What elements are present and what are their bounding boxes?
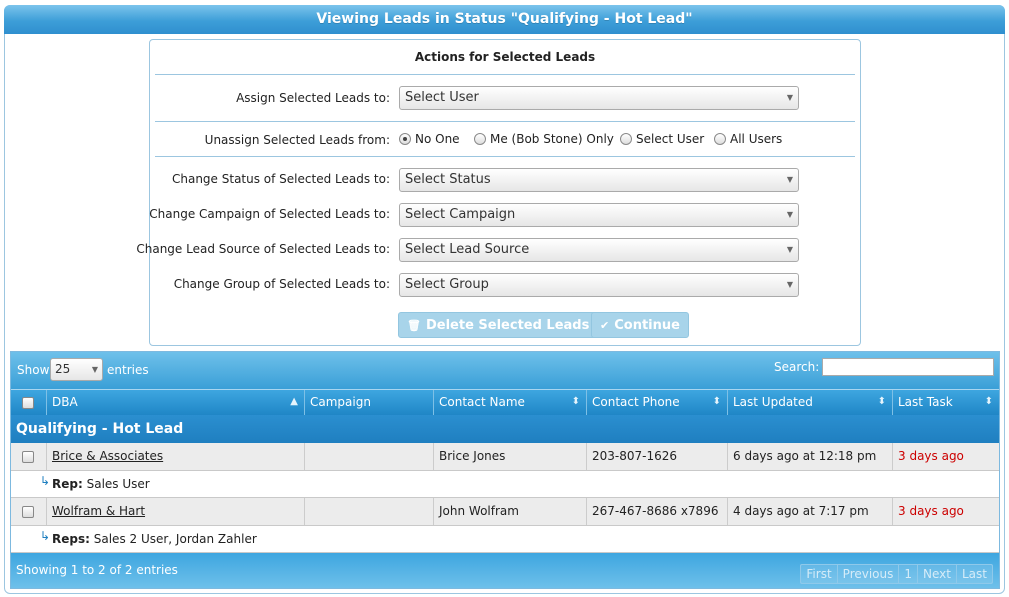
pager-next-button[interactable]: Next xyxy=(918,565,957,583)
leads-table: Show 25 ▼ entries Search: DBA ▲ Campaign… xyxy=(10,351,1000,589)
column-header-dba[interactable]: DBA ▲ xyxy=(47,390,305,415)
table-row: Brice & Associates Brice Jones 203-807-1… xyxy=(11,443,999,471)
radio-no-one[interactable]: No One xyxy=(399,132,460,146)
radio-button[interactable] xyxy=(620,133,632,145)
rep-names: Sales 2 User, Jordan Zahler xyxy=(93,532,257,546)
select-all-checkbox[interactable] xyxy=(22,396,34,409)
page-length-select[interactable]: 25 ▼ xyxy=(50,358,103,381)
column-header-last-task[interactable]: Last Task ⬍ xyxy=(893,390,999,415)
table-row: Wolfram & Hart John Wolfram 267-467-8686… xyxy=(11,498,999,526)
chevron-down-icon: ▼ xyxy=(91,365,98,374)
column-header-contact-name[interactable]: Contact Name ⬍ xyxy=(434,390,587,415)
pager-last-button[interactable]: Last xyxy=(957,565,992,583)
actions-heading: Actions for Selected Leads xyxy=(414,50,596,64)
cell-contact-phone: 203-807-1626 xyxy=(587,443,728,470)
row-select-cell xyxy=(11,443,47,470)
trash-icon: 🗑 xyxy=(407,319,421,332)
cell-campaign xyxy=(305,443,434,470)
radio-button[interactable] xyxy=(474,133,486,145)
search-input[interactable] xyxy=(822,358,994,376)
delete-selected-button[interactable]: 🗑 Delete Selected Leads xyxy=(398,312,599,338)
chevron-down-icon: ▼ xyxy=(786,245,793,254)
cell-contact-phone: 267-467-8686 x7896 xyxy=(587,498,728,525)
select-all-cell xyxy=(11,390,47,415)
sort-icon: ⬍ xyxy=(712,396,721,407)
table-header: DBA ▲ Campaign Contact Name ⬍ Contact Ph… xyxy=(11,389,999,415)
group-select[interactable]: Select Group ▼ xyxy=(399,273,799,297)
cell-last-updated: 4 days ago at 7:17 pm xyxy=(728,498,893,525)
column-header-contact-phone[interactable]: Contact Phone ⬍ xyxy=(587,390,728,415)
column-header-campaign[interactable]: Campaign xyxy=(305,390,434,415)
sort-ascending-icon: ▲ xyxy=(290,396,298,407)
radio-all-users[interactable]: All Users xyxy=(714,132,782,146)
rep-label: Rep: xyxy=(52,477,83,491)
campaign-select[interactable]: Select Campaign ▼ xyxy=(399,203,799,227)
sort-icon: ⬍ xyxy=(877,396,886,407)
divider xyxy=(155,74,855,75)
rep-label: Reps: xyxy=(52,532,90,546)
table-footer: Showing 1 to 2 of 2 entries First Previo… xyxy=(11,553,999,588)
entries-label: entries xyxy=(107,363,149,377)
lead-source-select[interactable]: Select Lead Source ▼ xyxy=(399,238,799,262)
pager-previous-button[interactable]: Previous xyxy=(837,565,900,583)
sort-icon: ⬍ xyxy=(571,396,580,407)
checkmark-icon: ✔ xyxy=(600,319,610,332)
row-checkbox[interactable] xyxy=(22,505,34,518)
table-toolbar: Show 25 ▼ entries Search: xyxy=(11,352,999,389)
assign-user-select-value: Select User xyxy=(405,90,479,105)
assign-label: Assign Selected Leads to: xyxy=(236,91,390,105)
group-select-value: Select Group xyxy=(405,277,489,292)
column-header-last-updated[interactable]: Last Updated ⬍ xyxy=(728,390,893,415)
group-label: Change Group of Selected Leads to: xyxy=(173,277,390,291)
status-label: Change Status of Selected Leads to: xyxy=(171,172,390,186)
table-info: Showing 1 to 2 of 2 entries xyxy=(16,563,178,577)
campaign-select-value: Select Campaign xyxy=(405,207,516,222)
cell-contact-name: Brice Jones xyxy=(434,443,587,470)
lead-source-select-value: Select Lead Source xyxy=(405,242,530,257)
radio-button[interactable] xyxy=(714,133,726,145)
pager-first-button[interactable]: First xyxy=(801,565,838,583)
cell-last-updated: 6 days ago at 12:18 pm xyxy=(728,443,893,470)
page-length-value: 25 xyxy=(55,362,71,376)
radio-me-only[interactable]: Me (Bob Stone) Only xyxy=(474,132,614,146)
page-title: Viewing Leads in Status "Qualifying - Ho… xyxy=(4,5,1005,34)
cell-contact-name: John Wolfram xyxy=(434,498,587,525)
arrow-return-icon: ↳ xyxy=(40,529,51,543)
chevron-down-icon: ▼ xyxy=(786,210,793,219)
pagination: First Previous 1 Next Last xyxy=(800,564,993,584)
row-select-cell xyxy=(11,498,47,525)
chevron-down-icon: ▼ xyxy=(786,93,793,102)
sort-icon: ⬍ xyxy=(984,396,993,407)
divider xyxy=(155,121,855,122)
status-select-value: Select Status xyxy=(405,172,491,187)
search-label: Search: xyxy=(774,360,820,374)
cell-last-task: 3 days ago xyxy=(898,449,964,463)
dba-link[interactable]: Wolfram & Hart xyxy=(52,504,145,518)
cell-last-task: 3 days ago xyxy=(898,504,964,518)
dba-link[interactable]: Brice & Associates xyxy=(52,449,163,463)
rep-names: Sales User xyxy=(86,477,150,491)
rep-row: ↳ Reps: Sales 2 User, Jordan Zahler xyxy=(11,526,999,553)
continue-button[interactable]: ✔ Continue xyxy=(591,312,689,338)
lead-source-label: Change Lead Source of Selected Leads to: xyxy=(136,242,390,256)
row-checkbox[interactable] xyxy=(22,450,34,463)
divider xyxy=(155,156,855,157)
cell-dba: Brice & Associates xyxy=(47,443,305,470)
show-label: Show xyxy=(17,363,50,377)
rep-row: ↳ Rep: Sales User xyxy=(11,471,999,498)
radio-button[interactable] xyxy=(399,133,411,145)
pager-page-1-button[interactable]: 1 xyxy=(899,565,919,583)
assign-user-select[interactable]: Select User ▼ xyxy=(399,86,799,110)
chevron-down-icon: ▼ xyxy=(786,175,793,184)
group-header-row: Qualifying - Hot Lead xyxy=(11,415,999,443)
unassign-label: Unassign Selected Leads from: xyxy=(204,133,390,147)
cell-dba: Wolfram & Hart xyxy=(47,498,305,525)
actions-panel: Actions for Selected Leads Assign Select… xyxy=(136,39,861,346)
arrow-return-icon: ↳ xyxy=(40,474,51,488)
cell-campaign xyxy=(305,498,434,525)
chevron-down-icon: ▼ xyxy=(786,280,793,289)
radio-select-user[interactable]: Select User xyxy=(620,132,704,146)
status-select[interactable]: Select Status ▼ xyxy=(399,168,799,192)
campaign-label: Change Campaign of Selected Leads to: xyxy=(149,207,390,221)
